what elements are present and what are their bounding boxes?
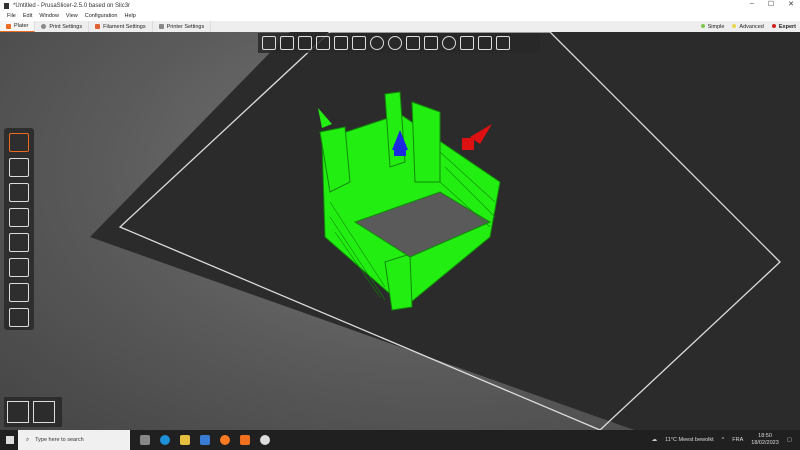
expert-dot-icon — [771, 23, 776, 28]
menu-bar: File Edit Window View Configuration Help — [0, 11, 800, 21]
scene — [90, 32, 800, 430]
seam-paint-icon[interactable] — [9, 283, 29, 302]
firefox-icon[interactable] — [220, 435, 230, 445]
prusaslicer-taskbar-icon[interactable] — [260, 435, 270, 445]
menu-help[interactable]: Help — [124, 13, 135, 19]
scale-icon[interactable] — [9, 158, 29, 177]
tab-label: Print Settings — [49, 23, 83, 30]
delete-all-icon[interactable] — [298, 36, 312, 50]
windows-start-icon[interactable] — [6, 436, 14, 444]
printer-icon — [158, 24, 164, 29]
3d-viewport[interactable] — [0, 32, 800, 430]
taskbar-search[interactable]: ⌕ Type here to search — [18, 430, 130, 450]
tab-plater[interactable]: Plater — [0, 21, 36, 32]
view-switcher — [4, 397, 62, 427]
search-placeholder: Type here to search — [35, 437, 84, 443]
maximize-button[interactable]: ☐ — [768, 0, 774, 8]
mode-label: Simple — [707, 23, 725, 30]
simple-dot-icon — [700, 23, 705, 28]
taskbar: ⌕ Type here to search ☁ 11°C Meest bewolk… — [0, 430, 800, 450]
tab-printer-settings[interactable]: Printer Settings — [153, 21, 212, 32]
split-objects-icon[interactable] — [406, 36, 420, 50]
search-icon: ⌕ — [26, 436, 30, 443]
tab-bar: Plater Print Settings Filament Settings … — [0, 21, 800, 32]
tab-label: Plater — [14, 23, 29, 29]
time: 18:50 — [758, 433, 772, 439]
remove-instance-icon[interactable] — [388, 36, 402, 50]
support-paint-icon[interactable] — [9, 258, 29, 277]
menu-view[interactable]: View — [66, 13, 78, 19]
redo-icon[interactable] — [496, 36, 510, 50]
language-indicator[interactable]: FRA — [732, 437, 743, 443]
notification-icon[interactable]: ▢ — [787, 437, 792, 443]
tab-print-settings[interactable]: Print Settings — [35, 21, 90, 32]
menu-file[interactable]: File — [7, 13, 16, 19]
mode-advanced[interactable]: Advanced — [732, 23, 764, 30]
menu-configuration[interactable]: Configuration — [85, 13, 118, 19]
gear-icon — [41, 24, 47, 29]
title-bar: *Untitled - PrusaSlicer-2.5.0 based on S… — [0, 0, 800, 11]
tab-filament-settings[interactable]: Filament Settings — [89, 21, 153, 32]
tab-label: Printer Settings — [166, 23, 205, 30]
move-z-handle-icon — [394, 144, 406, 156]
clock[interactable]: 18:50 18/02/2023 — [751, 433, 779, 447]
minimize-button[interactable]: – — [750, 0, 754, 8]
edge-icon[interactable] — [160, 435, 170, 445]
place-on-face-icon[interactable] — [9, 208, 29, 227]
tab-label: Filament Settings — [103, 23, 146, 30]
undo-icon[interactable] — [478, 36, 492, 50]
advanced-dot-icon — [732, 23, 737, 28]
arrange-icon[interactable] — [316, 36, 330, 50]
copy-icon[interactable] — [334, 36, 348, 50]
search-icon[interactable] — [442, 36, 456, 50]
add-instance-icon[interactable] — [370, 36, 384, 50]
move-x-handle-icon — [462, 138, 474, 150]
tray-chevron-icon[interactable]: ^ — [722, 437, 725, 443]
3d-view-icon[interactable] — [9, 308, 29, 327]
add-icon[interactable] — [262, 36, 276, 50]
task-view-icon[interactable] — [140, 435, 150, 445]
weather-icon: ☁ — [651, 437, 658, 443]
move-icon[interactable] — [9, 133, 29, 152]
weather-text[interactable]: 11°C Meest bewolkt — [665, 437, 714, 443]
close-button[interactable]: ✕ — [788, 0, 794, 8]
mode-label: Expert — [778, 23, 796, 30]
3d-editor-view-icon[interactable] — [7, 401, 29, 423]
filament-icon — [95, 24, 101, 29]
layers-editing-icon[interactable] — [460, 36, 474, 50]
app-icon — [4, 2, 9, 9]
top-toolbar — [258, 33, 540, 53]
cut-icon[interactable] — [9, 233, 29, 252]
menu-window[interactable]: Window — [39, 13, 59, 19]
date: 18/02/2023 — [751, 440, 779, 446]
menu-edit[interactable]: Edit — [23, 13, 32, 19]
plater-icon — [6, 23, 11, 29]
mode-expert[interactable]: Expert — [771, 23, 796, 30]
rotate-icon[interactable] — [9, 183, 29, 202]
file-explorer-icon[interactable] — [180, 435, 190, 445]
paste-icon[interactable] — [352, 36, 366, 50]
mode-simple[interactable]: Simple — [700, 23, 725, 30]
system-tray: ☁ 11°C Meest bewolkt ^ FRA 18:50 18/02/20… — [652, 430, 792, 450]
mail-icon[interactable] — [200, 435, 210, 445]
split-parts-icon[interactable] — [424, 36, 438, 50]
preview-layers-icon[interactable] — [33, 401, 55, 423]
delete-icon[interactable] — [280, 36, 294, 50]
left-gizmo-toolbar — [4, 128, 34, 330]
app-icon[interactable] — [240, 435, 250, 445]
window-title: *Untitled - PrusaSlicer-2.5.0 based on S… — [13, 2, 131, 9]
mode-label: Advanced — [739, 23, 764, 30]
